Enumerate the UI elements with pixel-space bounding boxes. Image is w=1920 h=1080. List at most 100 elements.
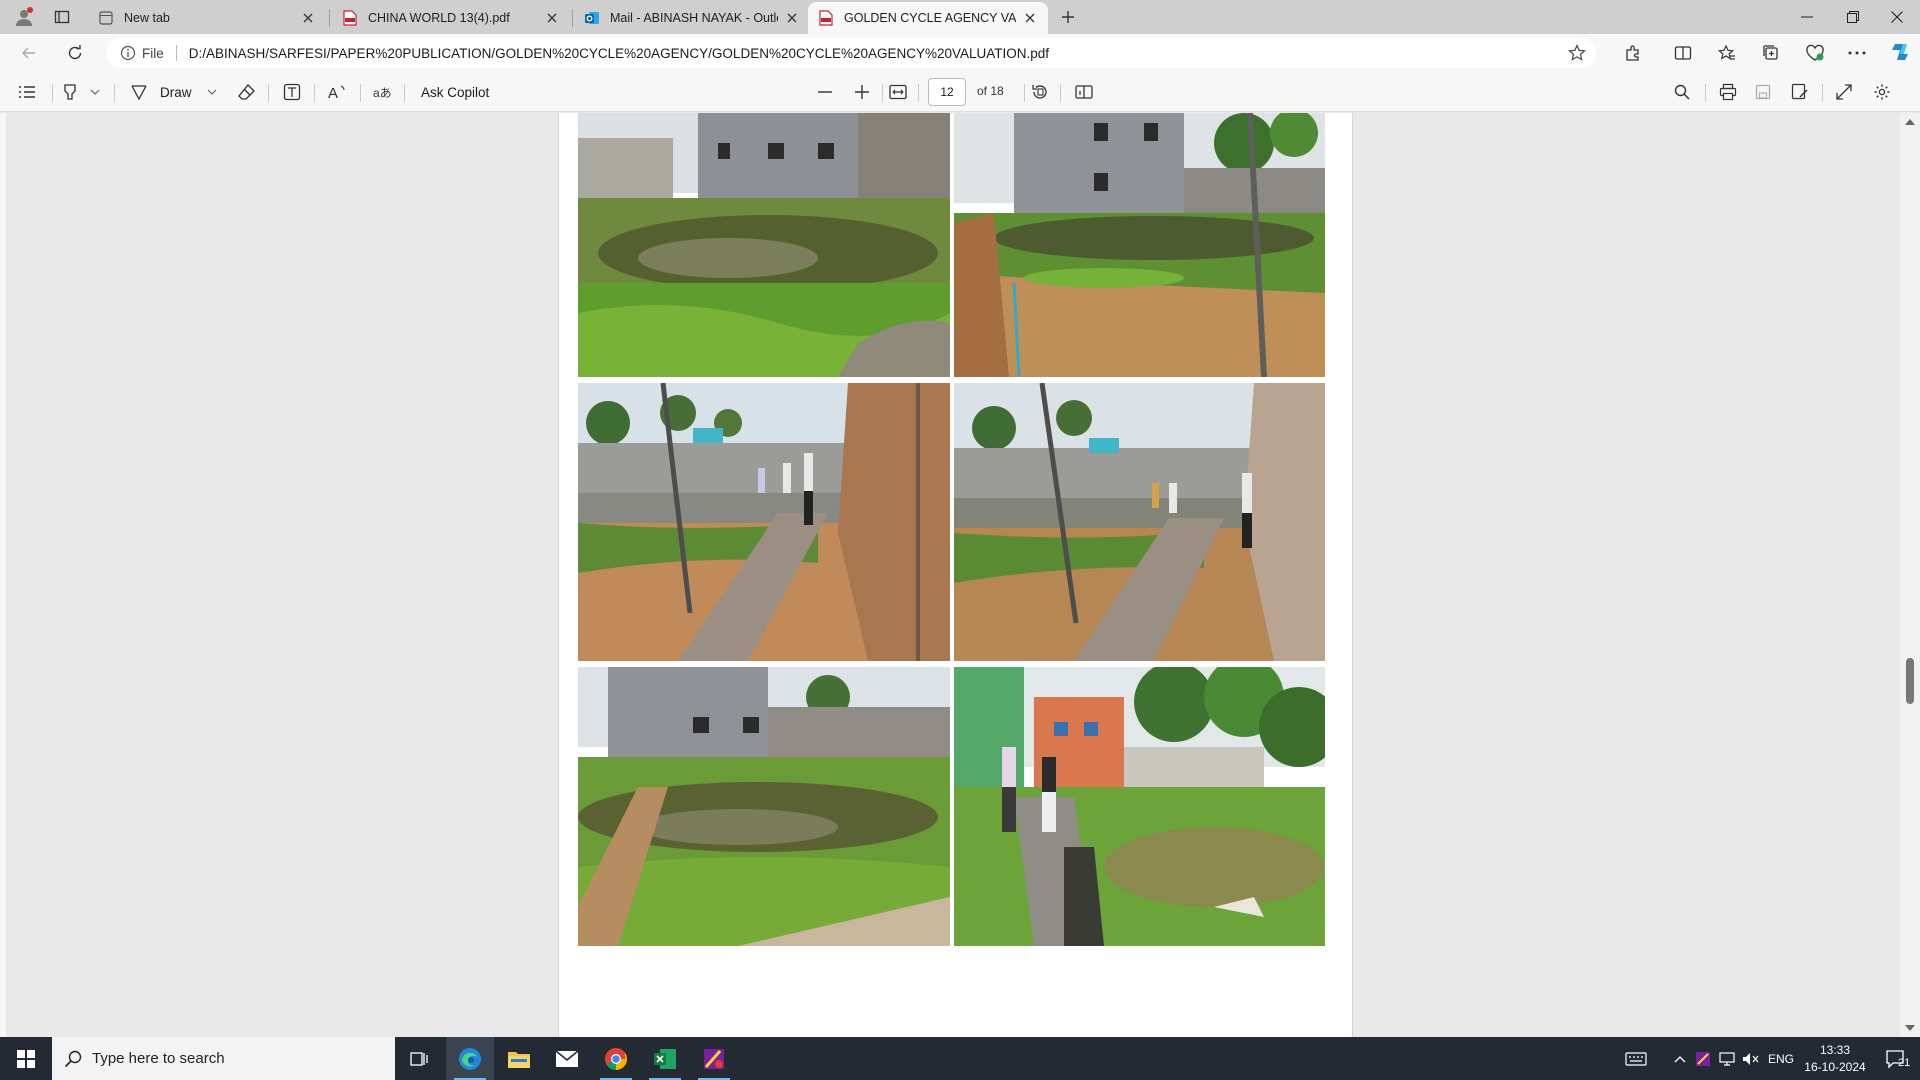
translate-icon[interactable]: aあ <box>373 81 393 103</box>
tab-actions-icon[interactable] <box>48 4 76 30</box>
close-tab-icon[interactable] <box>544 10 560 26</box>
file-explorer-icon[interactable] <box>495 1037 543 1080</box>
url-scheme-label: File <box>142 45 164 61</box>
site-info-icon[interactable] <box>120 45 136 61</box>
tab-title: GOLDEN CYCLE AGENCY VALUATI <box>844 11 1016 25</box>
back-arrow-icon[interactable] <box>14 38 44 68</box>
refresh-icon[interactable] <box>60 38 90 68</box>
taskbar-search-placeholder: Type here to search <box>92 1050 225 1067</box>
more-options-icon[interactable] <box>1846 42 1868 64</box>
pdf-page <box>558 113 1353 1037</box>
address-bar-row: File D:/ABINASH/SARFESI/PAPER%20PUBLICAT… <box>0 34 1920 72</box>
language-indicator[interactable]: ENG <box>1764 1037 1798 1080</box>
edge-browser-icon[interactable] <box>446 1037 494 1080</box>
draw-label: Draw <box>160 84 192 100</box>
chevron-down-icon[interactable] <box>207 81 217 103</box>
eraser-icon[interactable] <box>238 81 256 103</box>
svg-text:A: A <box>328 85 338 101</box>
mail-icon[interactable] <box>543 1037 591 1080</box>
rotate-icon[interactable] <box>1031 81 1049 103</box>
newtab-page-icon <box>98 10 114 26</box>
zoom-in-icon[interactable] <box>855 81 869 103</box>
tab-golden-cycle-pdf[interactable]: GOLDEN CYCLE AGENCY VALUATI <box>808 2 1048 34</box>
draw-button[interactable]: Draw <box>130 81 192 103</box>
start-button[interactable] <box>0 1037 52 1080</box>
scroll-down-arrow-icon[interactable] <box>1904 1023 1916 1033</box>
scrollbar-thumb[interactable] <box>1906 658 1914 704</box>
new-tab-button[interactable] <box>1054 4 1082 30</box>
table-of-contents-icon[interactable] <box>18 81 36 103</box>
site-photo-3 <box>578 383 950 661</box>
close-tab-icon[interactable] <box>300 10 316 26</box>
site-photo-1 <box>578 113 950 377</box>
taskbar: Type here to search ENG 13:33 16-10-2024… <box>0 1037 1920 1080</box>
highlight-icon[interactable] <box>62 81 80 103</box>
outlook-icon <box>584 10 600 26</box>
show-hidden-icons-chevron-icon[interactable] <box>1670 1037 1690 1080</box>
fullscreen-icon[interactable] <box>1836 81 1852 103</box>
keyboard-icon[interactable] <box>1620 1037 1652 1080</box>
page-view-icon[interactable] <box>1075 81 1093 103</box>
pdf-viewer[interactable] <box>0 113 1920 1037</box>
clock-date: 16-10-2024 <box>1804 1060 1866 1074</box>
print-icon[interactable] <box>1719 81 1737 103</box>
page-number-input[interactable]: 12 <box>928 78 966 106</box>
windows-logo-icon <box>17 1049 35 1068</box>
paint-icon[interactable] <box>690 1037 738 1080</box>
notification-center-icon[interactable]: 21 <box>1878 1037 1914 1080</box>
extensions-icon[interactable] <box>1622 42 1644 64</box>
system-clock[interactable]: 13:33 16-10-2024 <box>1798 1042 1872 1076</box>
notification-count: 21 <box>1898 1057 1911 1069</box>
settings-gear-icon[interactable] <box>1873 81 1891 103</box>
collections-icon[interactable] <box>1760 42 1782 64</box>
pdf-toolbar: Draw A aあ Ask Copilot 12 of 18 <box>0 72 1920 112</box>
tab-china-world-pdf[interactable]: CHINA WORLD 13(4).pdf <box>332 2 570 34</box>
save-as-icon[interactable] <box>1791 81 1809 103</box>
tab-title: Mail - ABINASH NAYAK - Outlook <box>610 11 778 25</box>
address-field[interactable]: File D:/ABINASH/SARFESI/PAPER%20PUBLICAT… <box>106 38 1596 68</box>
fit-to-width-icon[interactable] <box>889 81 907 103</box>
search-pdf-icon[interactable] <box>1674 81 1690 103</box>
site-photo-5 <box>578 667 950 946</box>
task-view-icon[interactable] <box>395 1037 443 1080</box>
pdf-file-icon <box>342 10 358 26</box>
minimize-window-icon[interactable] <box>1784 0 1830 34</box>
profile-avatar-icon[interactable] <box>10 4 38 30</box>
draw-pen-icon <box>131 85 147 101</box>
pdf-file-icon <box>818 10 834 26</box>
excel-icon[interactable] <box>641 1037 689 1080</box>
tab-title: New tab <box>124 11 170 25</box>
ask-copilot-label: Ask Copilot <box>421 84 490 100</box>
close-tab-icon[interactable] <box>1022 10 1038 26</box>
scroll-up-arrow-icon[interactable] <box>1904 117 1916 127</box>
save-icon[interactable] <box>1755 81 1771 103</box>
add-text-icon[interactable] <box>283 81 301 103</box>
site-photo-4 <box>954 383 1325 661</box>
favorites-icon[interactable] <box>1716 42 1738 64</box>
tray-app-icon[interactable] <box>1692 1037 1714 1080</box>
browser-essentials-icon[interactable] <box>1804 42 1826 64</box>
tab-new-tab[interactable]: New tab <box>88 2 326 34</box>
tab-strip: New tab CHINA WORLD 13(4).pdf Mail - ABI… <box>0 0 1920 34</box>
site-photo-6 <box>954 667 1325 946</box>
zoom-out-icon[interactable] <box>818 81 832 103</box>
tab-title: CHINA WORLD 13(4).pdf <box>368 11 510 25</box>
clock-time: 13:33 <box>1819 1043 1851 1057</box>
vertical-scrollbar[interactable] <box>1900 113 1920 1037</box>
tab-outlook-mail[interactable]: Mail - ABINASH NAYAK - Outlook <box>574 2 810 34</box>
network-icon[interactable] <box>1716 1037 1740 1080</box>
chrome-icon[interactable] <box>592 1037 640 1080</box>
ask-copilot-button[interactable]: Ask Copilot <box>421 81 489 103</box>
url-text[interactable]: D:/ABINASH/SARFESI/PAPER%20PUBLICATION/G… <box>189 46 1568 61</box>
read-aloud-icon[interactable]: A <box>328 81 348 103</box>
chevron-down-icon[interactable] <box>90 81 100 103</box>
close-window-icon[interactable] <box>1874 0 1920 34</box>
favorite-star-icon[interactable] <box>1568 44 1586 62</box>
close-tab-icon[interactable] <box>784 10 800 26</box>
taskbar-search-box[interactable]: Type here to search <box>52 1037 395 1080</box>
volume-muted-icon[interactable] <box>1740 1037 1762 1080</box>
copilot-icon[interactable] <box>1888 39 1914 65</box>
site-photo-2 <box>954 113 1325 377</box>
restore-window-icon[interactable] <box>1830 0 1876 34</box>
split-screen-icon[interactable] <box>1672 42 1694 64</box>
